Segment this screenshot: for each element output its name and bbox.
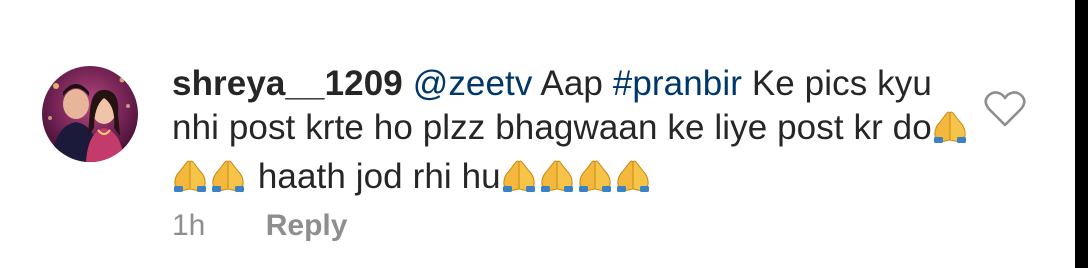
heart-outline-icon[interactable] (984, 90, 1026, 128)
emoji-group-2 (501, 157, 653, 196)
comment-row: shreya__1209 @zeetv Aap #pranbir Ke pics… (0, 0, 1075, 268)
hashtag-link[interactable]: #pranbir (613, 64, 742, 103)
comment-meta: 1h Reply (172, 208, 347, 244)
comment-timestamp: 1h (172, 209, 206, 242)
folded-hands-icon (501, 159, 537, 204)
folded-hands-icon (577, 159, 613, 204)
comment-text: shreya__1209 @zeetv Aap #pranbir Ke pics… (172, 62, 972, 204)
comment-text-part-3: haath jod rhi hu (248, 157, 501, 196)
avatar[interactable] (42, 66, 138, 162)
reply-button[interactable]: Reply (266, 209, 348, 242)
folded-hands-icon (539, 159, 575, 204)
comment-text-part-1: Aap (532, 64, 613, 103)
folded-hands-icon (615, 159, 651, 204)
folded-hands-icon (210, 159, 246, 204)
folded-hands-icon (172, 159, 208, 204)
comment-username[interactable]: shreya__1209 (172, 64, 403, 103)
folded-hands-icon (932, 110, 968, 155)
mention-link[interactable]: @zeetv (413, 64, 533, 103)
screen-edge (1075, 0, 1088, 268)
